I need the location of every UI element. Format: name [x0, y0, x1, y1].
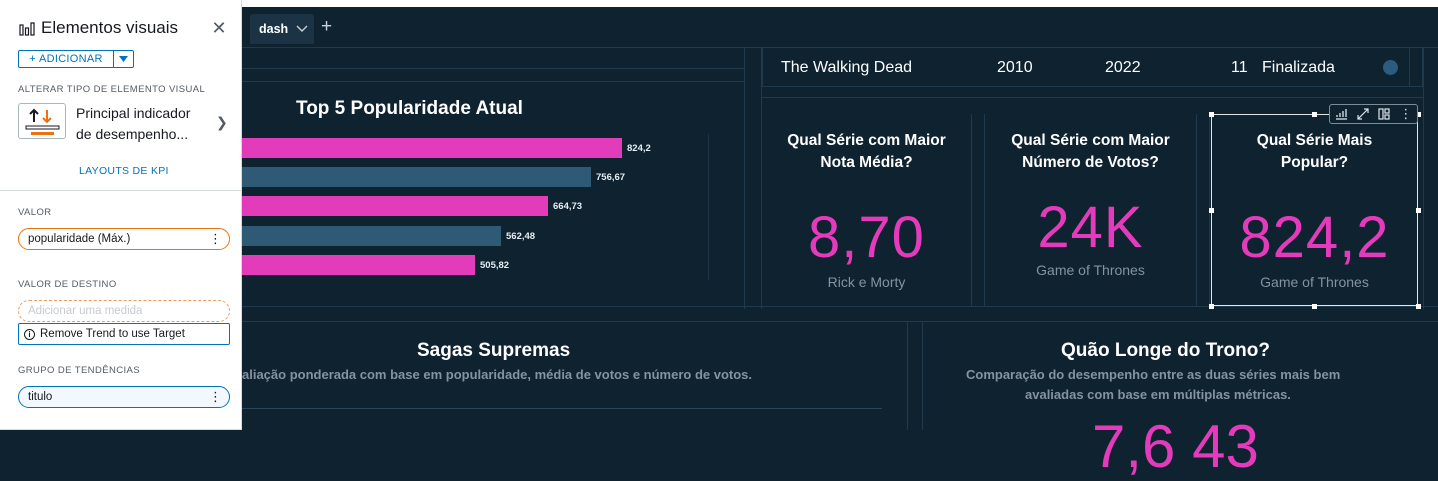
- bar[interactable]: [242, 226, 501, 246]
- add-visual-button[interactable]: + ADICIONAR: [18, 50, 134, 68]
- add-label: ADICIONAR: [38, 53, 103, 65]
- add-sheet-icon[interactable]: +: [321, 16, 332, 38]
- resize-handle[interactable]: [1416, 208, 1421, 213]
- kpi-value: 8,70: [808, 205, 925, 270]
- resize-handle[interactable]: [1312, 304, 1317, 309]
- more-options-icon[interactable]: ⋮: [209, 390, 222, 404]
- trono-subtitle-line2: avaliadas com base em múltiplas métricas…: [1025, 387, 1291, 402]
- close-icon[interactable]: ✕: [211, 19, 227, 37]
- kpi-arrows-icon: [25, 108, 60, 135]
- trend-field-name: titulo: [28, 391, 53, 403]
- add-button-main[interactable]: + ADICIONAR: [19, 51, 113, 67]
- trend-group-label: GRUPO DE TENDÊNCIAS: [18, 365, 140, 376]
- add-dropdown-button[interactable]: [113, 51, 133, 67]
- kpi-subtitle: Game of Thrones: [1036, 262, 1145, 278]
- resize-handle[interactable]: [1416, 304, 1421, 309]
- change-type-label: ALTERAR TIPO DE ELEMENTO VISUAL: [18, 84, 206, 95]
- expand-icon[interactable]: [1357, 108, 1369, 120]
- value-field-pill[interactable]: popularidade (Máx.) ⋮: [18, 228, 230, 250]
- sheet-tab-bar: [242, 7, 1438, 47]
- bar-value-label: 664,73: [553, 201, 583, 212]
- resize-handle[interactable]: [1209, 304, 1214, 309]
- top-strip: [242, 0, 1438, 7]
- bar-chart-icon: [19, 22, 35, 36]
- kpi-question: Qual Série com Maior Número de Votos?: [985, 130, 1196, 174]
- chart-gridline: [708, 134, 709, 280]
- more-options-icon[interactable]: ⋮: [209, 232, 222, 246]
- grid-line: [1196, 114, 1210, 306]
- layout-icon[interactable]: [1378, 108, 1390, 120]
- more-options-icon[interactable]: ⋮: [1399, 106, 1412, 122]
- chart-signal-icon[interactable]: [1335, 108, 1348, 120]
- status-indicator: [1383, 60, 1398, 75]
- resize-handle[interactable]: [1209, 112, 1214, 117]
- resize-handle[interactable]: [1209, 208, 1214, 213]
- row-title: The Walking Dead: [781, 59, 913, 76]
- kpi-value: 24K: [1037, 195, 1144, 260]
- kpi-question-text: Qual Série com Maior Nota Média?: [787, 132, 946, 171]
- grid-line: [242, 68, 745, 82]
- target-placeholder: Adicionar uma medida: [28, 305, 143, 317]
- target-info-text: Remove Trend to use Target: [40, 328, 185, 340]
- grid-line: [1409, 47, 1423, 87]
- kpi-question-text: Qual Série com Maior Número de Votos?: [1011, 132, 1170, 171]
- trono-value: 7,6 43: [1092, 413, 1259, 480]
- visual-type-name[interactable]: Principal indicador de desempenho...: [76, 103, 206, 145]
- selected-visual-outline: [1211, 114, 1418, 306]
- bar[interactable]: [242, 167, 591, 187]
- value-label: VALOR: [18, 207, 52, 218]
- bar-value-label: 505,82: [480, 260, 510, 271]
- bar-value-label: 562,48: [506, 231, 536, 242]
- kpi-card-votos[interactable]: Qual Série com Maior Número de Votos? 24…: [985, 114, 1196, 306]
- row-start-year: 2010: [997, 59, 1033, 76]
- divider: [242, 408, 882, 409]
- resize-handle[interactable]: [1312, 112, 1317, 117]
- grid-line: [762, 47, 763, 87]
- bar[interactable]: [242, 255, 475, 275]
- grid-line: [242, 306, 1438, 322]
- value-field-name: popularidade (Máx.): [28, 233, 131, 245]
- divider: [0, 190, 242, 191]
- target-drop-zone[interactable]: Adicionar uma medida: [18, 300, 230, 322]
- row-status: Finalizada: [1262, 59, 1335, 76]
- bar-value-label: 824,2: [627, 143, 651, 154]
- grid-line: [242, 47, 1438, 48]
- bar[interactable]: [242, 138, 622, 158]
- tab-dash[interactable]: dash: [250, 14, 314, 44]
- sagas-title: Sagas Supremas: [417, 340, 571, 361]
- tab-label: dash: [259, 22, 289, 36]
- chevron-right-icon[interactable]: ❯: [216, 114, 228, 131]
- grid-line: [744, 47, 762, 309]
- chart-title: Top 5 Popularidade Atual: [296, 98, 523, 119]
- target-info-message: i Remove Trend to use Target: [18, 323, 230, 345]
- grid-line: [971, 114, 985, 306]
- grid-line: [762, 86, 1423, 98]
- grid-line: [1423, 47, 1438, 309]
- caret-down-icon: [119, 56, 128, 62]
- visual-toolbar: ⋮: [1329, 104, 1418, 124]
- kpi-card-nota[interactable]: Qual Série com Maior Nota Média? 8,70 Ri…: [762, 114, 971, 306]
- target-label: VALOR DE DESTINO: [18, 279, 117, 290]
- kpi-type-icon[interactable]: [18, 103, 66, 139]
- trono-title: Quão Longe do Trono?: [1061, 340, 1270, 361]
- kpi-question: Qual Série com Maior Nota Média?: [762, 130, 971, 174]
- kpi-layouts-link[interactable]: LAYOUTS DE KPI: [79, 165, 169, 177]
- row-end-year: 2022: [1105, 59, 1141, 76]
- plus-icon: +: [29, 53, 36, 65]
- chevron-down-icon[interactable]: [296, 25, 308, 33]
- row-seasons: 11: [1231, 59, 1248, 76]
- kpi-subtitle: Rick e Morty: [827, 274, 906, 290]
- panel-header: Elementos visuais ✕: [0, 0, 242, 44]
- bar-value-label: 756,67: [596, 172, 626, 183]
- sagas-subtitle: aliação ponderada com base em popularida…: [242, 367, 753, 382]
- panel-title: Elementos visuais: [41, 18, 179, 37]
- visuals-panel: Elementos visuais ✕ + ADICIONAR ALTERAR T…: [0, 0, 242, 430]
- bar[interactable]: [242, 196, 548, 216]
- info-icon: i: [24, 328, 35, 340]
- trend-field-pill[interactable]: titulo ⋮: [18, 386, 230, 408]
- trono-subtitle-line1: Comparação do desempenho entre as duas s…: [966, 367, 1341, 382]
- grid-line: [907, 322, 923, 430]
